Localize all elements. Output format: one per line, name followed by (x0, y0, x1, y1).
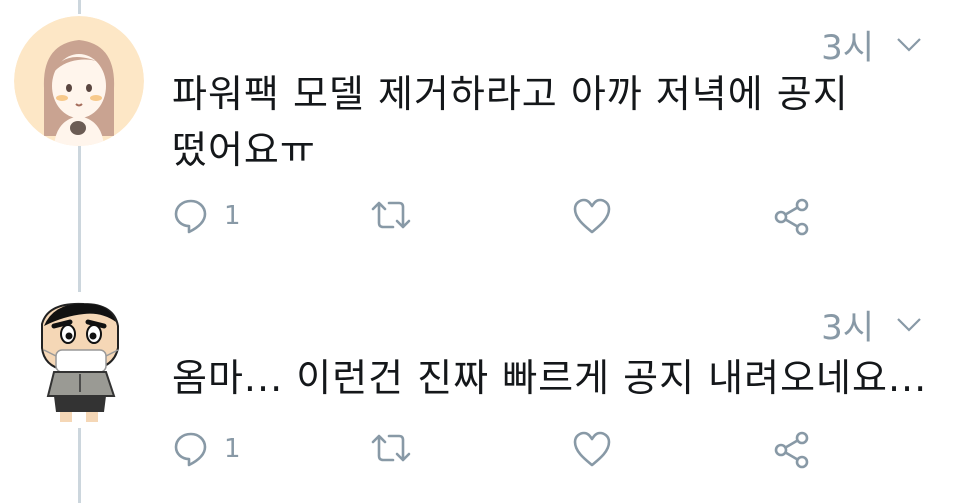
heart-icon (572, 197, 612, 235)
chevron-down-icon[interactable] (896, 37, 922, 53)
reply-count: 1 (224, 434, 241, 464)
share-button[interactable] (772, 197, 812, 237)
tweet-text: 파워팩 모델 제거하라고 아까 저녁에 공지 떴어요ㅠ (172, 66, 849, 178)
retweet-icon (370, 197, 412, 233)
tweet-text-line: 파워팩 모델 제거하라고 아까 저녁에 공지 (172, 72, 849, 116)
retweet-button[interactable] (370, 197, 412, 233)
reply-count: 1 (224, 201, 241, 231)
tweet-meta: 3시 (821, 300, 922, 349)
tweet[interactable]: 3시 파워팩 모델 제거하라고 아까 저녁에 공지 떴어요ㅠ 1 (0, 0, 960, 260)
share-icon (772, 197, 812, 237)
chevron-down-icon[interactable] (896, 317, 922, 333)
reply-button[interactable]: 1 (172, 430, 241, 468)
tweet-text-line: 떴어요ㅠ (172, 128, 316, 172)
retweet-button[interactable] (370, 430, 412, 466)
action-bar: 1 (172, 197, 832, 247)
reply-icon (172, 197, 210, 235)
share-button[interactable] (772, 430, 812, 470)
timestamp: 3시 (821, 28, 874, 68)
reply-icon (172, 430, 210, 468)
timestamp: 3시 (821, 308, 874, 348)
like-button[interactable] (572, 430, 612, 468)
tweet[interactable]: 3시 옴마... 이런건 진짜 빠르게 공지 내려오네요... 1 (0, 280, 960, 503)
girl-avatar-icon[interactable] (14, 16, 144, 146)
heart-icon (572, 430, 612, 468)
tweet-text-line: 옴마... 이런건 진짜 빠르게 공지 내려오네요... (172, 356, 928, 400)
tweet-text: 옴마... 이런건 진짜 빠르게 공지 내려오네요... (172, 350, 927, 406)
shinchan-avatar-icon[interactable] (14, 292, 144, 422)
like-button[interactable] (572, 197, 612, 235)
share-icon (772, 430, 812, 470)
reply-button[interactable]: 1 (172, 197, 241, 235)
retweet-icon (370, 430, 412, 466)
tweet-meta: 3시 (821, 20, 922, 69)
action-bar: 1 (172, 430, 832, 480)
